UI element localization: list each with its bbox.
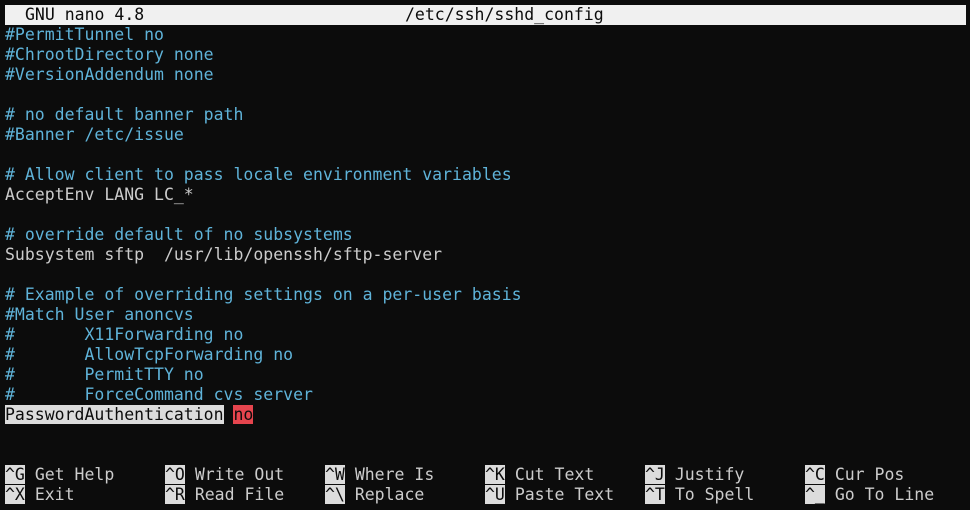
editor-line[interactable]: # ForceCommand cvs server — [5, 385, 966, 405]
editor-line[interactable]: # X11Forwarding no — [5, 325, 966, 345]
shortcut-key: ^\ — [325, 485, 345, 504]
shortcut-write-out[interactable]: ^O Write Out — [165, 465, 284, 485]
nano-terminal: GNU nano 4.8 /etc/ssh/sshd_config #Permi… — [0, 0, 970, 510]
shortcut-key: ^_ — [805, 485, 825, 504]
shortcut-row: ^X Exit ^R Read File ^\ Replace ^U Paste… — [5, 485, 966, 505]
shortcut-go-to-line[interactable]: ^_ Go To Line — [805, 485, 934, 505]
comment-text: #Banner /etc/issue — [5, 125, 184, 144]
shortcut-label: Where Is — [354, 465, 435, 484]
shortcut-row: ^G Get Help ^O Write Out ^W Where Is ^K … — [5, 465, 966, 485]
shortcut-paste-text[interactable]: ^U Paste Text — [485, 485, 614, 505]
shortcut-key: ^C — [805, 465, 825, 484]
shortcut-key: ^U — [485, 485, 505, 504]
shortcut-key: ^J — [645, 465, 665, 484]
shortcut-where-is[interactable]: ^W Where Is — [325, 465, 434, 485]
shortcut-to-spell[interactable]: ^T To Spell — [645, 485, 754, 505]
current-editor-line[interactable]: PasswordAuthentication no — [5, 405, 966, 425]
comment-text: #ChrootDirectory none — [5, 45, 214, 64]
shortcut-key: ^T — [645, 485, 665, 504]
shortcut-get-help[interactable]: ^G Get Help — [5, 465, 114, 485]
editor-line[interactable]: Subsystem sftp /usr/lib/openssh/sftp-ser… — [5, 245, 966, 265]
config-text: AcceptEnv LANG LC_* — [5, 185, 194, 204]
shortcut-label: Get Help — [34, 465, 115, 484]
highlighted-value[interactable]: no — [233, 405, 254, 424]
editor-line[interactable]: # no default banner path — [5, 105, 966, 125]
editor-line[interactable]: #Match User anoncvs — [5, 305, 966, 325]
editor-line[interactable] — [5, 85, 966, 105]
file-path: /etc/ssh/sshd_config — [405, 5, 604, 24]
shortcut-label: Paste Text — [514, 485, 615, 504]
shortcut-cur-pos[interactable]: ^C Cur Pos — [805, 465, 904, 485]
shortcut-key: ^X — [5, 485, 25, 504]
shortcut-key: ^R — [165, 485, 185, 504]
shortcut-label: Replace — [354, 485, 425, 504]
shortcut-key: ^O — [165, 465, 185, 484]
shortcut-bar: ^G Get Help ^O Write Out ^W Where Is ^K … — [5, 465, 966, 505]
shortcut-key: ^W — [325, 465, 345, 484]
config-text: Subsystem sftp /usr/lib/openssh/sftp-ser… — [5, 245, 443, 264]
shortcut-read-file[interactable]: ^R Read File — [165, 485, 284, 505]
comment-text: #Match User anoncvs — [5, 305, 194, 324]
shortcut-label: Cut Text — [514, 465, 595, 484]
editor-line[interactable]: # PermitTTY no — [5, 365, 966, 385]
app-version: GNU nano 4.8 — [25, 5, 145, 24]
comment-text: # Example of overriding settings on a pe… — [5, 285, 522, 304]
editor-line[interactable]: # Allow client to pass locale environmen… — [5, 165, 966, 185]
comment-text: # Allow client to pass locale environmen… — [5, 165, 512, 184]
shortcut-exit[interactable]: ^X Exit — [5, 485, 75, 505]
editor-line[interactable]: # Example of overriding settings on a pe… — [5, 285, 966, 305]
shortcut-label: To Spell — [674, 485, 755, 504]
editor-line[interactable]: #VersionAddendum none — [5, 65, 966, 85]
shortcut-justify[interactable]: ^J Justify — [645, 465, 744, 485]
shortcut-cut-text[interactable]: ^K Cut Text — [485, 465, 594, 485]
comment-text: # AllowTcpForwarding no — [5, 345, 294, 364]
shortcut-key: ^K — [485, 465, 505, 484]
shortcut-label: Read File — [194, 485, 285, 504]
selected-text[interactable]: PasswordAuthentication — [5, 405, 224, 424]
shortcut-replace[interactable]: ^\ Replace — [325, 485, 424, 505]
shortcut-label: Justify — [674, 465, 745, 484]
editor-line[interactable] — [5, 265, 966, 285]
comment-text: # X11Forwarding no — [5, 325, 244, 344]
editor-area[interactable]: #PermitTunnel no #ChrootDirectory none #… — [5, 25, 966, 425]
comment-text: #VersionAddendum none — [5, 65, 214, 84]
editor-line[interactable] — [5, 205, 966, 225]
shortcut-label: Go To Line — [834, 485, 935, 504]
comment-text: # ForceCommand cvs server — [5, 385, 313, 404]
shortcut-label: Exit — [34, 485, 75, 504]
shortcut-label: Write Out — [194, 465, 285, 484]
editor-line[interactable]: #Banner /etc/issue — [5, 125, 966, 145]
editor-line[interactable]: #ChrootDirectory none — [5, 45, 966, 65]
editor-line[interactable]: AcceptEnv LANG LC_* — [5, 185, 966, 205]
title-bar: GNU nano 4.8 /etc/ssh/sshd_config — [5, 5, 966, 25]
comment-text: # override default of no subsystems — [5, 225, 353, 244]
shortcut-label: Cur Pos — [834, 465, 905, 484]
editor-line[interactable]: #PermitTunnel no — [5, 25, 966, 45]
editor-line[interactable]: # AllowTcpForwarding no — [5, 345, 966, 365]
comment-text: # no default banner path — [5, 105, 244, 124]
comment-text: #PermitTunnel no — [5, 25, 164, 44]
editor-line[interactable] — [5, 145, 966, 165]
comment-text: # PermitTTY no — [5, 365, 204, 384]
shortcut-key: ^G — [5, 465, 25, 484]
editor-line[interactable]: # override default of no subsystems — [5, 225, 966, 245]
